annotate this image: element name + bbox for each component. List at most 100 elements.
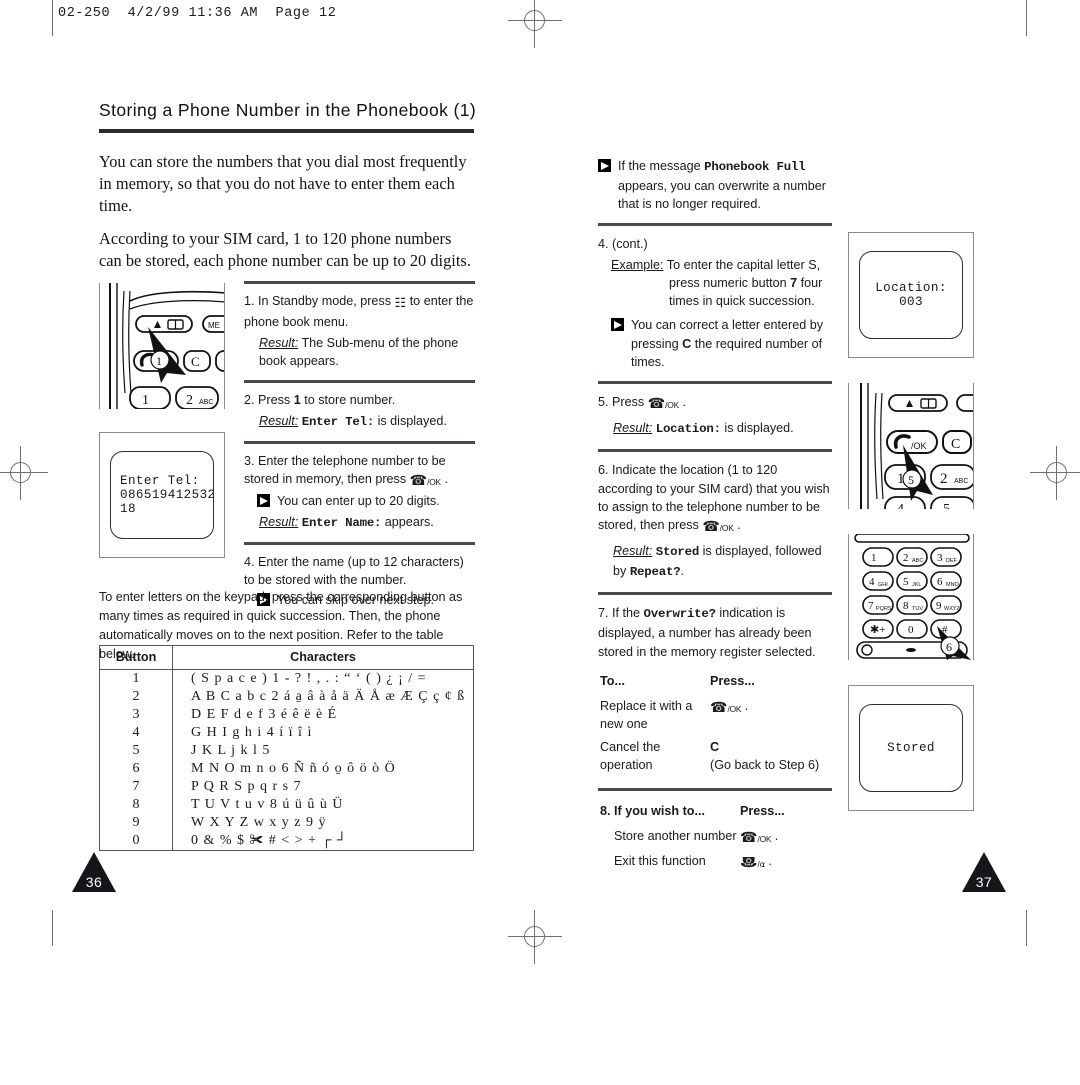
option-action-text: . [774,829,779,844]
svg-text:ABC: ABC [199,399,213,406]
send-ok-key-icon: ☎/OK [409,472,441,489]
svg-text:1: 1 [142,393,149,408]
table-cell-button: 5 [99,742,173,760]
table-row: 2 A B C a b c 2 á a̱ â à å ä Ä Å æ Æ Ç ç … [99,688,474,706]
table-row: Cancel the operation C (Go back to Step … [600,738,830,777]
intro-paragraph-1: You can store the numbers that you dial … [99,152,467,215]
svg-text:TUV: TUV [912,606,923,612]
lcd-stored: Stored [848,685,974,811]
svg-text:WXYZ: WXYZ [944,606,961,612]
table-cell-characters: P Q R S p q r s 7 [191,779,302,794]
table-header-row: To... Press... [600,672,830,695]
table-row: Store another number ☎/OK . [600,827,830,849]
table-cell-characters: T U V t u v 8 ú ü û ù Ü [191,797,344,812]
step-5: 5. Press ☎/OK . Result: Location: is dis… [598,395,794,437]
table-header-characters: Characters [172,645,474,670]
send-ok-key-icon: ☎/OK [710,699,742,716]
svg-text:5: 5 [903,576,909,588]
table-cell-characters: ( S p a c e ) 1 - ? ! , . : “ ‘ ( ) ¿ ¡ … [191,671,427,686]
step-8-header-right: Press... [740,804,785,819]
table-header-row: Button Characters [99,645,474,670]
svg-text:ABC: ABC [954,478,968,485]
step-7-number: 7. [598,606,609,621]
svg-text:PQRS: PQRS [876,606,892,612]
table-row: Exit this function ☎/⍺ . [600,852,830,874]
table-row: 7 P Q R S p q r s 7 [99,778,474,796]
page-number-left-value: 36 [85,874,103,890]
note-key: C [682,336,692,351]
example-key: 7 [790,275,798,290]
registration-mark-right [1030,446,1080,500]
step-5-number: 5. [598,395,609,410]
send-ok-key-icon: ☎/OK [647,395,679,412]
step-1-number: 1. [244,294,255,308]
step-1: 1. In Standby mode, press ☷ to enter the… [244,292,475,371]
lcd-line-2: 003 [899,295,923,309]
table-row: 9 W X Y Z w x y z 9 ÿ [99,814,474,832]
step-divider [244,281,475,284]
svg-text:7: 7 [868,600,874,612]
table-cell-characters: A B C a b c 2 á a̱ â à å ä Ä Å æ Æ Ç ç ¢… [191,689,466,704]
column-header-to: To... [600,673,625,688]
svg-text:1: 1 [156,354,162,368]
registration-mark-top [508,0,562,48]
step-6-number: 6. [598,463,609,478]
crop-mark-bottom-right [1026,910,1027,946]
lcd-line-1: Stored [887,741,935,755]
step-4-number: 4. [244,554,255,569]
option-action-text: . [768,853,772,868]
illustration-full-keypad: 1 2 ABC 3 DEF 4 GHI 5 JKL 6 MNO 7 PQRS 8… [848,534,974,660]
intro-paragraph-2: According to your SIM card, 1 to 120 pho… [99,229,471,271]
svg-text:6: 6 [946,640,952,654]
option-label: Replace it with a new one [600,699,693,732]
page-number-right-value: 37 [975,874,993,890]
table-row: 4 G H I g h i 4 í ï î ì [99,724,474,742]
option-action: ☎/OK . [710,697,830,736]
step-5-text: Press [612,395,645,410]
table-cell-button: 2 [99,688,173,706]
lcd-line-1: Enter Tel: [120,474,200,488]
phonebook-full-note: If the message Phonebook Full appears, y… [598,157,832,213]
illustration-phonebook-key: ME C 1 2 ABC 1 [99,283,225,434]
note-text-before: If the message [618,159,701,173]
table-cell-characters: W X Y Z w x y z 9 ÿ [191,815,327,830]
svg-text:GHI: GHI [878,582,888,588]
send-ok-key-icon: ☎/OK [740,829,772,846]
crop-mark-top-left [52,0,53,36]
step-2-result-label: Result: [259,413,299,428]
step-2-result-tail: is displayed. [377,413,447,428]
option-label: Store another number [614,829,737,844]
step-8-header-left: 8. If you wish to... [600,802,738,825]
arrow-note-icon [611,318,624,332]
note-display-text: Phonebook Full [704,160,806,174]
step-3-result-display: Enter Name: [301,515,382,530]
example-line-2b: four [800,275,823,290]
step-3: 3. Enter the telephone number to be stor… [244,452,475,533]
page-number-left: 36 [72,852,116,892]
page-title: Storing a Phone Number in the Phonebook … [99,100,477,120]
crop-mark-bottom-left [52,910,53,946]
option-action: C (Go back to Step 6) [710,738,830,777]
lcd-enter-tel: Enter Tel: 086519412532 18 [99,432,225,583]
svg-text:MNO: MNO [946,582,960,588]
step-divider [598,223,832,227]
lcd-line-2: 086519412532 [120,488,216,502]
step-4-text: Enter the name (up to 12 characters) to … [244,554,464,587]
step-8: 8. If you wish to... Press... Store anot… [598,800,832,876]
svg-text:8: 8 [903,600,909,612]
svg-text:6: 6 [937,576,943,588]
table-row: 3 D E F d e f 3 é ê ë è É [99,706,474,724]
svg-text:4: 4 [897,502,904,509]
step-divider [598,788,832,792]
arrow-note-icon [257,494,270,508]
step-7-display: Overwrite? [643,607,717,622]
table-cell-characters: 0 & % $ ✀ # < > + ┌ ┘ [191,833,348,848]
svg-text:1: 1 [871,552,877,564]
step-divider [244,440,475,444]
table-cell-button: 3 [99,706,173,724]
step-8-number: 8. [600,804,611,819]
illustration-send-key: /OK C 1 2 ABC 4 5 5 [848,383,974,509]
right-column: If the message Phonebook Full appears, y… [598,155,832,876]
svg-text:ABC: ABC [912,558,923,564]
table-cell-characters: G H I g h i 4 í ï î ì [191,725,313,740]
